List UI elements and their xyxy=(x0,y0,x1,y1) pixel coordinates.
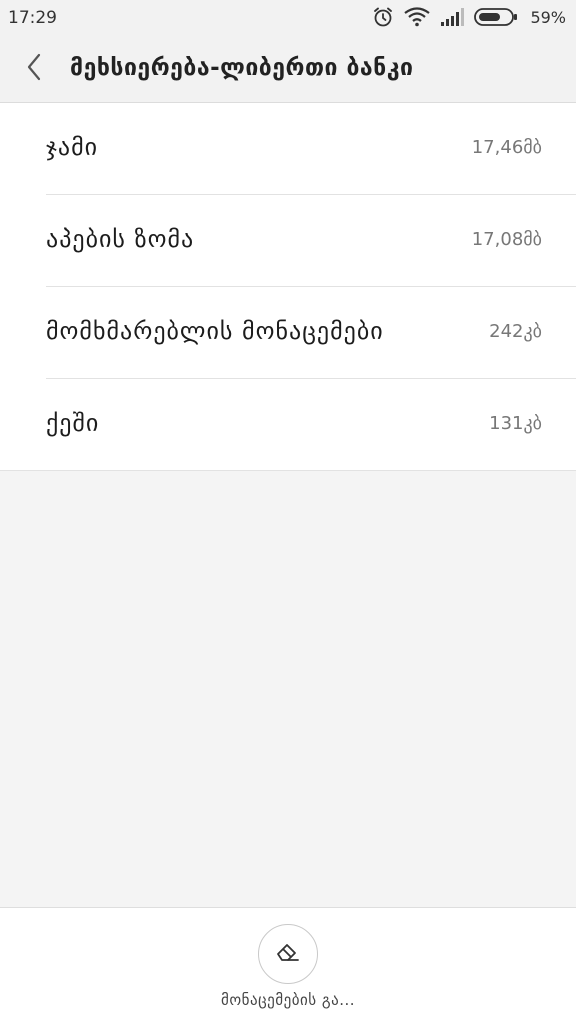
item-label: ქეში xyxy=(46,409,100,437)
clear-data-label[interactable]: მონაცემების გა... xyxy=(0,991,576,1009)
item-value: 17,46მბ xyxy=(471,137,542,158)
status-time: 17:29 xyxy=(8,8,57,28)
alarm-icon xyxy=(372,6,394,28)
bottom-action-bar: მონაცემების გა... xyxy=(0,907,576,1024)
status-bar: 17:29 59% xyxy=(0,0,576,36)
storage-screen: 17:29 59% მეხსიერება-ლიბერთი ბანკი ჯამი … xyxy=(0,0,576,1024)
signal-icon xyxy=(440,8,465,26)
storage-list: ჯამი 17,46მბ აპების ზომა 17,08მბ მომხმარ… xyxy=(0,103,576,471)
item-value: 17,08მბ xyxy=(471,229,542,250)
item-value: 242კბ xyxy=(489,321,542,342)
list-item-cache: ქეში 131კბ xyxy=(46,379,576,470)
battery-percent: 59% xyxy=(530,7,566,27)
status-icons: 59% xyxy=(372,6,566,28)
back-button[interactable] xyxy=(18,53,50,85)
eraser-icon xyxy=(275,940,301,968)
chevron-left-icon xyxy=(26,53,42,85)
page-title: მეხსიერება-ლიბერთი ბანკი xyxy=(70,55,414,81)
battery-icon xyxy=(474,7,518,27)
header: მეხსიერება-ლიბერთი ბანკი xyxy=(0,36,576,103)
list-item-user-data: მომხმარებლის მონაცემები 242კბ xyxy=(46,287,576,379)
list-item-total: ჯამი 17,46მბ xyxy=(46,103,576,195)
wifi-icon xyxy=(404,7,431,27)
clear-data-button[interactable] xyxy=(258,924,318,984)
item-label: ჯამი xyxy=(46,133,99,161)
list-item-app-size: აპების ზომა 17,08მბ xyxy=(46,195,576,287)
item-value: 131კბ xyxy=(489,413,542,434)
item-label: აპების ზომა xyxy=(46,225,195,253)
item-label: მომხმარებლის მონაცემები xyxy=(46,317,384,345)
